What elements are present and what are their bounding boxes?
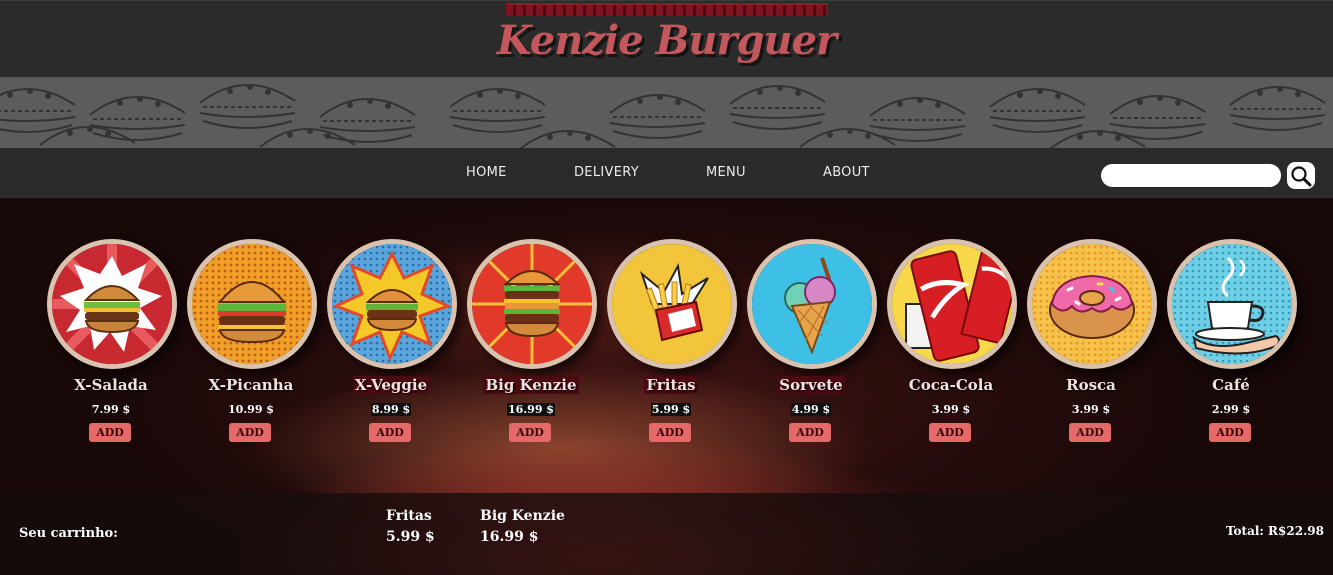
fries-icon[interactable] bbox=[607, 239, 737, 369]
cart-bar: Seu carrinho: Fritas 5.99 $ Big Kenzie 1… bbox=[0, 493, 1333, 575]
ice-cream-icon[interactable] bbox=[747, 239, 877, 369]
product-name: Rosca bbox=[1066, 376, 1116, 394]
search-input[interactable] bbox=[1101, 164, 1281, 187]
cart-item-name: Big Kenzie bbox=[480, 508, 565, 524]
cart-total: Total: R$22.98 bbox=[1226, 524, 1324, 538]
add-to-cart-button[interactable]: ADD bbox=[1209, 423, 1251, 442]
double-burger-icon[interactable] bbox=[467, 239, 597, 369]
cart-item-price: 5.99 $ bbox=[386, 529, 435, 545]
product-name: X-Salada bbox=[74, 376, 148, 394]
cart-item[interactable]: Big Kenzie 16.99 $ bbox=[480, 506, 565, 548]
add-to-cart-button[interactable]: ADD bbox=[1069, 423, 1111, 442]
product-price: 8.99 $ bbox=[370, 403, 412, 416]
cart-label: Seu carrinho: bbox=[19, 526, 118, 541]
logo[interactable]: Kenzie Burguer bbox=[0, 17, 1333, 64]
nav-menu[interactable]: MENU bbox=[706, 165, 746, 180]
add-to-cart-button[interactable]: ADD bbox=[649, 423, 691, 442]
product-price: 4.99 $ bbox=[790, 403, 832, 416]
soda-can-icon[interactable] bbox=[887, 239, 1017, 369]
add-to-cart-button[interactable]: ADD bbox=[229, 423, 271, 442]
product-name: Sorvete bbox=[777, 376, 845, 394]
add-to-cart-button[interactable]: ADD bbox=[789, 423, 831, 442]
product-price: 3.99 $ bbox=[1071, 403, 1111, 416]
add-to-cart-button[interactable]: ADD bbox=[929, 423, 971, 442]
burger-pop-art-icon[interactable] bbox=[47, 239, 177, 369]
header: Kenzie Burguer bbox=[0, 0, 1333, 77]
product-name: Coca-Cola bbox=[908, 376, 994, 394]
product-price: 2.99 $ bbox=[1211, 403, 1251, 416]
product-name: X-Veggie bbox=[352, 376, 430, 394]
product-price: 3.99 $ bbox=[931, 403, 971, 416]
nav-about[interactable]: ABOUT bbox=[823, 165, 870, 180]
cart-item-name: Fritas bbox=[386, 508, 432, 524]
product-price: 7.99 $ bbox=[91, 403, 131, 416]
nav-home[interactable]: HOME bbox=[466, 165, 507, 180]
add-to-cart-button[interactable]: ADD bbox=[369, 423, 411, 442]
product-price: 5.99 $ bbox=[650, 403, 692, 416]
burger-pop-art-icon[interactable] bbox=[327, 239, 457, 369]
product-name: Fritas bbox=[644, 376, 698, 394]
donut-icon[interactable] bbox=[1027, 239, 1157, 369]
add-to-cart-button[interactable]: ADD bbox=[509, 423, 551, 442]
add-to-cart-button[interactable]: ADD bbox=[89, 423, 131, 442]
product-price: 16.99 $ bbox=[507, 403, 555, 416]
search-icon bbox=[1291, 165, 1312, 186]
logo-ribbon bbox=[506, 3, 828, 16]
burger-pop-art-icon[interactable] bbox=[187, 239, 317, 369]
search-button[interactable] bbox=[1287, 162, 1315, 189]
product-name: Café bbox=[1212, 376, 1250, 394]
nav-delivery[interactable]: DELIVERY bbox=[574, 165, 639, 180]
burger-pattern-banner bbox=[0, 77, 1333, 148]
product-name: X-Picanha bbox=[208, 376, 294, 394]
product-price: 10.99 $ bbox=[228, 403, 274, 416]
cart-item[interactable]: Fritas 5.99 $ bbox=[386, 506, 435, 548]
coffee-cup-icon[interactable] bbox=[1167, 239, 1297, 369]
cart-item-price: 16.99 $ bbox=[480, 529, 539, 545]
product-name: Big Kenzie bbox=[483, 376, 579, 394]
